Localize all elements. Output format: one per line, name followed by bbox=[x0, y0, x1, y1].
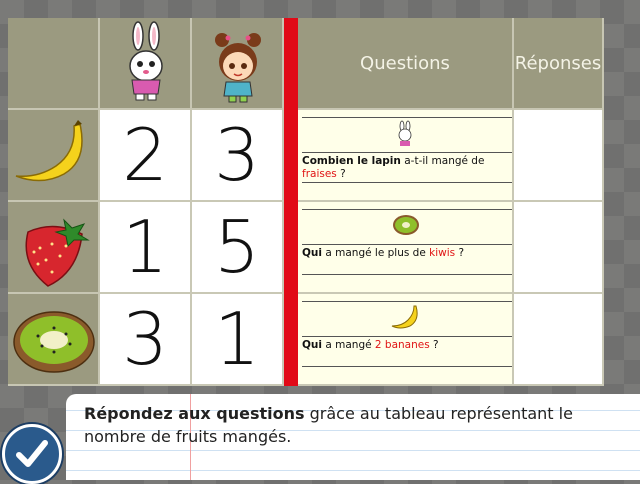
validate-button[interactable] bbox=[2, 424, 62, 484]
rabbit-icon bbox=[398, 120, 412, 146]
count-girl-banana: 3 bbox=[192, 110, 284, 202]
check-icon bbox=[16, 440, 48, 467]
banana-icon bbox=[15, 120, 83, 182]
question-2-text: Qui a mangé le plus de kiwis ? bbox=[302, 247, 465, 259]
question-2: Qui a mangé le plus de kiwis ? bbox=[298, 202, 514, 294]
fruit-kiwi bbox=[8, 294, 100, 386]
answer-2[interactable] bbox=[514, 202, 604, 294]
count-girl-strawberry: 5 bbox=[192, 202, 284, 294]
count-rabbit-banana: 2 bbox=[100, 110, 192, 202]
answer-3[interactable] bbox=[514, 294, 604, 386]
question-3: Qui a mangé 2 bananes ? bbox=[298, 294, 514, 386]
banana-icon bbox=[391, 305, 418, 329]
header-rabbit bbox=[100, 18, 192, 110]
instruction-panel: Répondez aux questions grâce au tableau … bbox=[66, 394, 640, 480]
fruit-table: Questions Réponses 2 3 Combien le lapin … bbox=[8, 18, 604, 386]
fruit-strawberry bbox=[8, 202, 100, 294]
answer-1[interactable] bbox=[514, 110, 604, 202]
question-1: Combien le lapin a-t-il mangé de fraises… bbox=[298, 110, 514, 202]
rabbit-icon bbox=[129, 21, 163, 101]
red-divider bbox=[284, 18, 298, 386]
questions-header: Questions bbox=[298, 18, 514, 110]
answers-header: Réponses bbox=[514, 18, 604, 110]
kiwi-icon bbox=[13, 311, 95, 373]
header-girl bbox=[192, 18, 284, 110]
kiwi-icon bbox=[393, 215, 419, 235]
strawberry-icon bbox=[25, 218, 90, 287]
instruction-text: Répondez aux questions grâce au tableau … bbox=[84, 404, 573, 446]
count-girl-kiwi: 1 bbox=[192, 294, 284, 386]
count-rabbit-strawberry: 1 bbox=[100, 202, 192, 294]
question-3-text: Qui a mangé 2 bananes ? bbox=[302, 339, 439, 351]
header-corner bbox=[8, 18, 100, 110]
question-1-text: Combien le lapin a-t-il mangé de fraises… bbox=[302, 155, 485, 180]
girl-icon bbox=[215, 33, 261, 103]
fruit-banana bbox=[8, 110, 100, 202]
count-rabbit-kiwi: 3 bbox=[100, 294, 192, 386]
